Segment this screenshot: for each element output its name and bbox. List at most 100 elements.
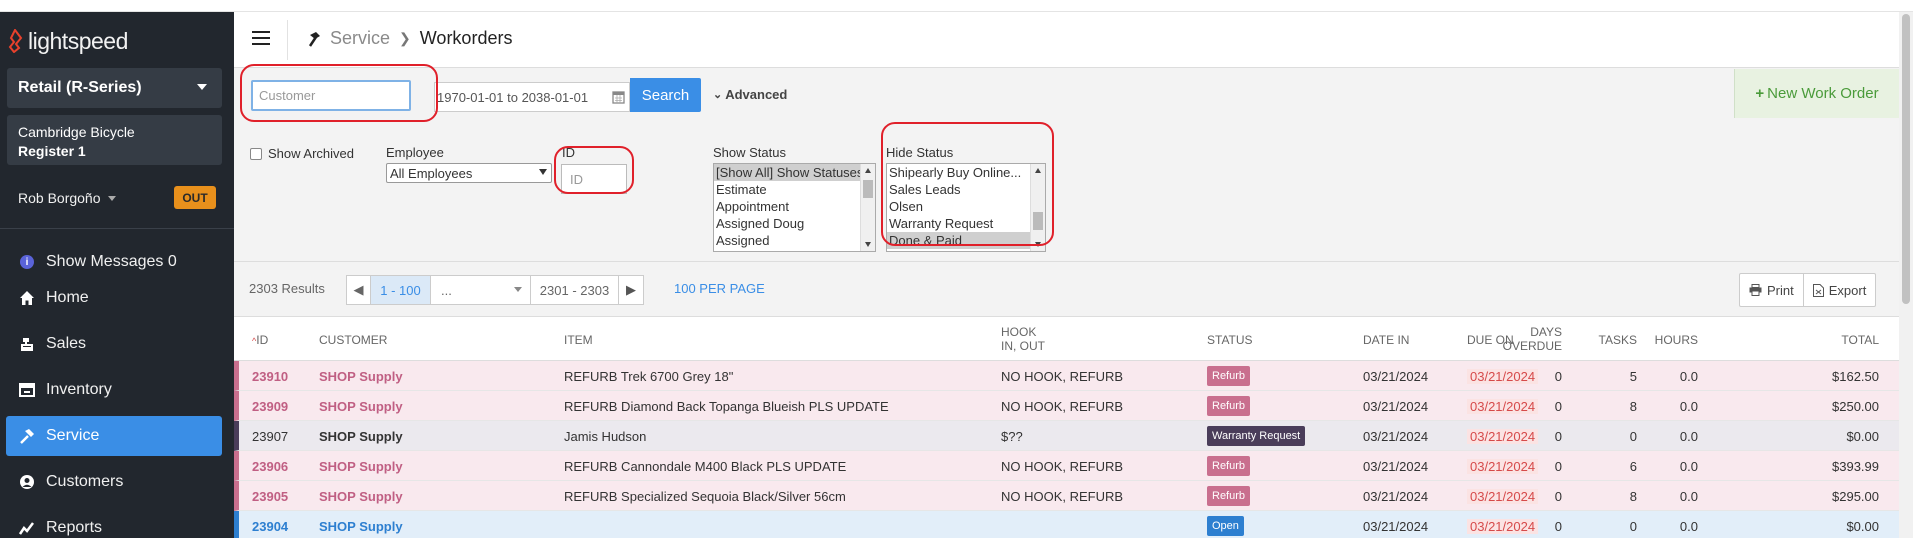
checkbox-icon[interactable] — [250, 147, 262, 160]
cell-hours: 0.0 — [1679, 458, 1698, 474]
print-label: Print — [1767, 282, 1794, 298]
table-row[interactable]: 23909 SHOP Supply REFURB Diamond Back Topa… — [234, 391, 1899, 421]
cell-customer[interactable]: SHOP Supply — [319, 391, 403, 421]
scroll-down-icon[interactable] — [1035, 242, 1041, 247]
listbox-option[interactable]: Appointment — [714, 198, 875, 215]
show-status-listbox[interactable]: [Show All] Show Statuses Estimate Appoin… — [713, 163, 876, 252]
file-icon — [1812, 283, 1824, 297]
page-scrollbar[interactable] — [1899, 12, 1913, 538]
listbox-scrollbar[interactable] — [1030, 164, 1045, 251]
hamburger-menu-icon[interactable] — [252, 31, 270, 47]
page-select[interactable]: ... — [431, 276, 531, 304]
id-label: ID — [562, 145, 575, 160]
scroll-up-icon[interactable] — [865, 168, 871, 173]
per-page-selector[interactable]: 100 PER PAGE — [674, 281, 765, 296]
customer-search-input[interactable] — [251, 80, 411, 111]
employee-select[interactable]: All Employees — [386, 163, 552, 183]
table-row[interactable]: 23904 SHOP Supply Open 03/21/2024 03/21/2024… — [234, 511, 1899, 538]
id-input[interactable]: ID — [561, 164, 627, 194]
column-header-total[interactable]: TOTAL — [1841, 333, 1879, 347]
cell-tasks: 0 — [1629, 428, 1637, 444]
filter-panel: 1970-01-01 to 2038-01-01 Search ⌄Advance… — [234, 68, 1899, 262]
last-page-button[interactable]: 2301 - 2303 — [531, 276, 619, 304]
scroll-down-icon[interactable] — [865, 242, 871, 247]
sidebar-item-home[interactable]: Home — [6, 278, 222, 318]
listbox-option[interactable]: Shipearly Buy Online... — [887, 164, 1045, 181]
sidebar-item-messages[interactable]: i Show Messages 0 — [6, 242, 222, 282]
table-row[interactable]: 23905 SHOP Supply REFURB Specialized Sequo… — [234, 481, 1899, 511]
user-menu[interactable]: Rob Borgoño OUT — [18, 186, 218, 209]
listbox-option[interactable]: Assigned Doug — [714, 215, 875, 232]
current-page-button[interactable]: 1 - 100 — [371, 276, 431, 304]
cell-id[interactable]: 23905 — [252, 481, 288, 511]
cell-id[interactable]: 23909 — [252, 391, 288, 421]
sidebar-item-customers[interactable]: Customers — [6, 462, 222, 502]
scroll-thumb[interactable] — [863, 180, 873, 198]
column-header-hook[interactable]: HOOK IN, OUT — [1001, 325, 1045, 353]
table-row[interactable]: 23906 SHOP Supply REFURB Cannondale M400 B… — [234, 451, 1899, 481]
sidebar-item-sales[interactable]: Sales — [6, 324, 222, 364]
next-page-icon[interactable]: ▶ — [619, 276, 643, 304]
cell-item: REFURB Specialized Sequoia Black/Silver … — [564, 488, 846, 504]
scroll-thumb[interactable] — [1033, 212, 1043, 230]
store-selector[interactable]: Retail (R-Series) — [7, 68, 222, 108]
listbox-option[interactable]: [Show All] Show Statuses — [714, 164, 875, 181]
column-header-item[interactable]: ITEM — [564, 333, 593, 347]
listbox-option[interactable]: Warranty Request — [887, 215, 1045, 232]
cell-hours: 0.0 — [1679, 428, 1698, 444]
listbox-scrollbar[interactable] — [860, 164, 875, 251]
cell-tasks: 0 — [1629, 518, 1637, 534]
print-button[interactable]: Print — [1740, 274, 1804, 306]
cell-total: $250.00 — [1832, 398, 1879, 414]
export-button[interactable]: Export — [1804, 274, 1876, 306]
cell-id[interactable]: 23906 — [252, 451, 288, 481]
column-header-status[interactable]: STATUS — [1207, 333, 1253, 347]
brand-logo[interactable]: lightspeed — [8, 26, 128, 56]
sidebar-item-service[interactable]: Service — [6, 416, 222, 456]
date-range-field[interactable]: 1970-01-01 to 2038-01-01 — [434, 82, 630, 112]
table-row[interactable]: 23907 SHOP Supply Jamis Hudson $?? Warranty … — [234, 421, 1899, 451]
listbox-option[interactable]: Sales Leads — [887, 181, 1045, 198]
cell-customer[interactable]: SHOP Supply — [319, 451, 403, 481]
page-title: Workorders — [419, 28, 513, 48]
sidebar-item-inventory[interactable]: Inventory — [6, 370, 222, 410]
column-header-customer[interactable]: CUSTOMER — [319, 333, 387, 347]
column-header-date-in[interactable]: DATE IN — [1363, 333, 1409, 347]
column-header-hours[interactable]: HOURS — [1655, 333, 1698, 347]
column-header-tasks[interactable]: TASKS — [1599, 333, 1637, 347]
listbox-option[interactable]: Estimate — [714, 181, 875, 198]
cell-date-in: 03/21/2024 — [1363, 458, 1429, 474]
brand-name: lightspeed — [28, 27, 128, 54]
table-row[interactable]: 23910 SHOP Supply REFURB Trek 6700 Grey 18… — [234, 361, 1899, 391]
search-button[interactable]: Search — [630, 78, 701, 112]
listbox-option[interactable]: Assigned — [714, 232, 875, 249]
column-header-id[interactable]: ^ID — [252, 333, 268, 348]
listbox-option[interactable]: Olsen — [887, 198, 1045, 215]
chevron-right-icon: ❯ — [399, 30, 411, 46]
clock-out-button[interactable]: OUT — [174, 186, 216, 209]
sidebar-item-reports[interactable]: Reports — [6, 508, 222, 538]
calendar-icon[interactable] — [612, 90, 625, 104]
cell-customer[interactable]: SHOP Supply — [319, 361, 403, 391]
cell-customer[interactable]: SHOP Supply — [319, 421, 403, 451]
cell-id[interactable]: 23907 — [252, 421, 288, 451]
advanced-toggle[interactable]: ⌄ Advanced — [713, 87, 787, 102]
column-header-days-overdue[interactable]: DAYS OVERDUE — [1503, 325, 1562, 353]
listbox-option[interactable]: Done & Paid — [887, 232, 1045, 249]
scroll-up-icon[interactable] — [1035, 168, 1041, 173]
cell-customer[interactable]: SHOP Supply — [319, 511, 403, 538]
browser-top-strip — [0, 0, 1913, 12]
show-archived-checkbox[interactable]: Show Archived — [250, 146, 354, 161]
cell-customer[interactable]: SHOP Supply — [319, 481, 403, 511]
new-work-order-button[interactable]: + New Work Order — [1734, 69, 1899, 118]
cell-id[interactable]: 23904 — [252, 511, 288, 538]
prev-page-icon[interactable]: ◀ — [347, 276, 371, 304]
hide-status-listbox[interactable]: Shipearly Buy Online... Sales Leads Olse… — [886, 163, 1046, 252]
user-name: Rob Borgoño — [18, 190, 101, 206]
cell-id[interactable]: 23910 — [252, 361, 288, 391]
register-info[interactable]: Cambridge Bicycle Register 1 — [7, 115, 222, 165]
cell-hook: NO HOOK, REFURB — [1001, 398, 1124, 414]
due-date-value: 03/21/2024 — [1467, 518, 1539, 534]
breadcrumb-service[interactable]: Service — [330, 28, 390, 49]
page-scroll-thumb[interactable] — [1902, 14, 1910, 304]
